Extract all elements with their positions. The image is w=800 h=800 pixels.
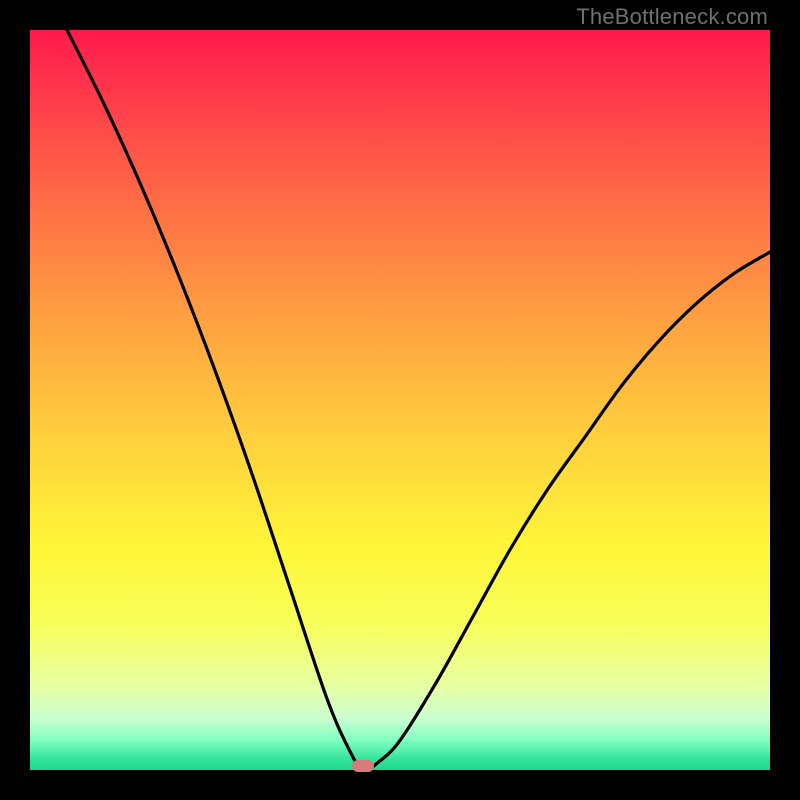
bottleneck-curve xyxy=(30,30,770,770)
optimal-marker xyxy=(352,760,374,772)
curve-path xyxy=(67,30,770,771)
chart-frame: TheBottleneck.com xyxy=(0,0,800,800)
watermark-text: TheBottleneck.com xyxy=(576,4,768,30)
